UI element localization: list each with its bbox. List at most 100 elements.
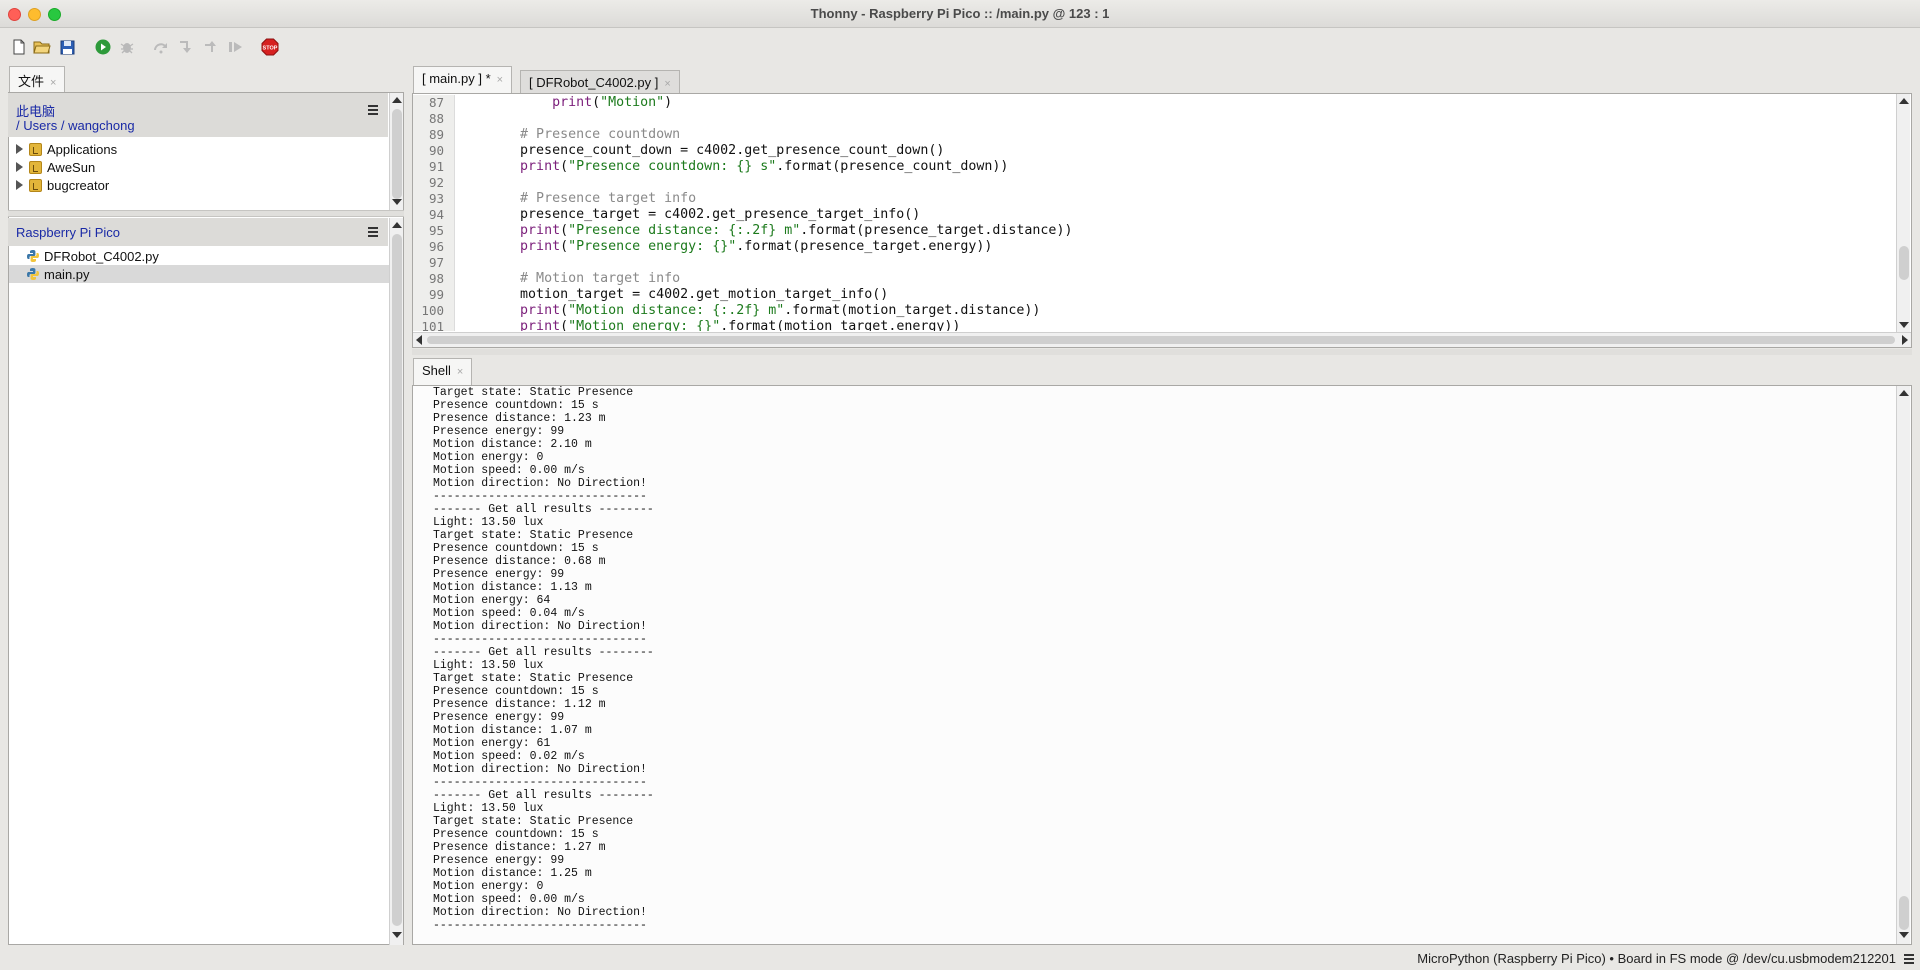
scroll-right-icon[interactable] xyxy=(1902,335,1908,345)
expand-icon[interactable] xyxy=(16,144,23,154)
code-line[interactable]: presence_target = c4002.get_presence_tar… xyxy=(456,207,1896,223)
code-line[interactable]: print("Presence energy: {}".format(prese… xyxy=(456,239,1896,255)
shell-line: Light: 13.50 lux xyxy=(433,516,544,529)
scroll-up-icon[interactable] xyxy=(1899,98,1909,104)
scroll-thumb[interactable] xyxy=(1899,896,1909,930)
breadcrumb-users[interactable]: Users xyxy=(23,118,57,133)
scroll-thumb[interactable] xyxy=(392,109,402,199)
menu-icon[interactable] xyxy=(1904,954,1914,966)
step-into-icon[interactable] xyxy=(177,38,195,56)
device-label[interactable]: Raspberry Pi Pico xyxy=(16,225,120,240)
tab-dfrobot[interactable]: [ DFRobot_C4002.py ] × xyxy=(520,70,680,94)
code-line[interactable]: print("Presence distance: {:.2f} m".form… xyxy=(456,223,1896,239)
panel-divider[interactable] xyxy=(412,349,1912,355)
close-icon[interactable]: × xyxy=(50,77,56,89)
scroll-thumb[interactable] xyxy=(1899,246,1909,280)
debug-icon[interactable] xyxy=(118,38,136,56)
close-icon[interactable]: × xyxy=(497,74,503,86)
menu-icon[interactable] xyxy=(368,105,378,117)
code-line[interactable] xyxy=(456,175,1896,191)
code-line[interactable]: print("Motion") xyxy=(456,95,1896,111)
close-icon[interactable]: × xyxy=(664,78,670,90)
new-file-icon[interactable] xyxy=(10,38,28,56)
line-number: 90 xyxy=(428,143,444,158)
close-icon[interactable]: × xyxy=(457,366,463,378)
code-line[interactable]: print("Motion distance: {:.2f} m".format… xyxy=(456,303,1896,319)
code-token: motion_target = c4002.get_motion_target_… xyxy=(456,287,889,302)
tab-files[interactable]: 文件 × xyxy=(9,66,66,93)
open-file-icon[interactable] xyxy=(33,38,51,56)
shell-line: Presence distance: 1.12 m xyxy=(433,698,606,711)
shell-line: Presence distance: 1.23 m xyxy=(433,412,606,425)
scroll-up-icon[interactable] xyxy=(392,222,402,228)
code-token: ( xyxy=(560,159,569,174)
scroll-down-icon[interactable] xyxy=(1899,932,1909,938)
list-item[interactable]: AweSun xyxy=(16,158,95,176)
shell-line: Target state: Static Presence xyxy=(433,386,634,399)
tab-label: [ main.py ] * xyxy=(422,71,491,86)
device-scrollbar[interactable] xyxy=(389,218,403,945)
interpreter-status[interactable]: MicroPython (Raspberry Pi Pico) • Board … xyxy=(1417,951,1896,966)
code-line[interactable] xyxy=(456,255,1896,271)
scroll-thumb[interactable] xyxy=(427,336,1895,344)
scroll-thumb[interactable] xyxy=(392,234,402,926)
shell-line: Presence distance: 1.27 m xyxy=(433,841,606,854)
step-out-icon[interactable] xyxy=(202,38,220,56)
shell-line: Motion energy: 0 xyxy=(433,451,544,464)
expand-icon[interactable] xyxy=(16,180,23,190)
code-token: .format(presence_target.distance)) xyxy=(800,223,1073,238)
code-line[interactable]: presence_count_down = c4002.get_presence… xyxy=(456,143,1896,159)
code-token: print xyxy=(520,159,561,174)
line-number: 93 xyxy=(428,191,444,206)
run-icon[interactable] xyxy=(94,38,112,56)
line-number: 101 xyxy=(421,319,444,331)
code-line[interactable]: # Motion target info xyxy=(456,271,1896,287)
list-item[interactable]: Applications xyxy=(16,140,117,158)
code-line[interactable]: print("Presence countdown: {} s".format(… xyxy=(456,159,1896,175)
title-bar: Thonny - Raspberry Pi Pico :: /main.py @… xyxy=(0,0,1920,28)
list-item[interactable]: bugcreator xyxy=(16,176,109,194)
code-token: ) xyxy=(664,95,673,110)
scroll-down-icon[interactable] xyxy=(1899,322,1909,328)
computer-section-header: 此电脑 / Users / wangchong xyxy=(8,93,388,137)
tab-shell[interactable]: Shell × xyxy=(413,358,473,386)
expand-icon[interactable] xyxy=(16,162,23,172)
scroll-up-icon[interactable] xyxy=(392,97,402,103)
list-item[interactable]: DFRobot_C4002.py xyxy=(26,247,159,265)
code-token: .format(motion_target.energy)) xyxy=(720,319,961,331)
code-line[interactable]: motion_target = c4002.get_motion_target_… xyxy=(456,287,1896,303)
scroll-up-icon[interactable] xyxy=(1899,390,1909,396)
files-scrollbar[interactable] xyxy=(389,93,403,210)
code-token: .format(motion_target.distance)) xyxy=(784,303,1041,318)
scroll-down-icon[interactable] xyxy=(392,199,402,205)
tab-main-py[interactable]: [ main.py ] * × xyxy=(413,66,513,94)
shell-line: ------------------------------- xyxy=(433,919,647,930)
shell-line: Presence distance: 0.68 m xyxy=(433,555,606,568)
code-token: print xyxy=(520,239,561,254)
code-line[interactable]: # Presence countdown xyxy=(456,127,1896,143)
shell-line: Presence countdown: 15 s xyxy=(433,399,599,412)
scroll-down-icon[interactable] xyxy=(392,932,402,938)
resume-icon[interactable] xyxy=(227,38,245,56)
menu-icon[interactable] xyxy=(368,227,378,239)
tab-label: Shell xyxy=(422,363,451,378)
panel-divider[interactable] xyxy=(8,210,404,217)
breadcrumb-user[interactable]: wangchong xyxy=(68,118,135,133)
code-line[interactable]: # Presence target info xyxy=(456,191,1896,207)
step-over-icon[interactable] xyxy=(152,38,170,56)
stop-icon[interactable]: STOP xyxy=(261,38,279,56)
code-line[interactable]: print("Motion energy: {}".format(motion_… xyxy=(456,319,1896,331)
shell-output[interactable]: Target state: Static Presence Presence co… xyxy=(433,386,1873,930)
editor-hscrollbar[interactable] xyxy=(413,332,1911,347)
line-number: 95 xyxy=(428,223,444,238)
editor-vscrollbar[interactable] xyxy=(1896,94,1910,332)
save-icon[interactable] xyxy=(58,38,76,56)
code-token: ( xyxy=(560,319,569,331)
code-editor[interactable]: print("Motion") # Presence countdown pre… xyxy=(456,95,1896,331)
shell-line: ------------------------------- xyxy=(433,633,647,646)
scroll-left-icon[interactable] xyxy=(416,335,422,345)
shell-scrollbar[interactable] xyxy=(1896,386,1910,944)
code-line[interactable] xyxy=(456,111,1896,127)
list-item[interactable]: main.py xyxy=(26,265,90,283)
